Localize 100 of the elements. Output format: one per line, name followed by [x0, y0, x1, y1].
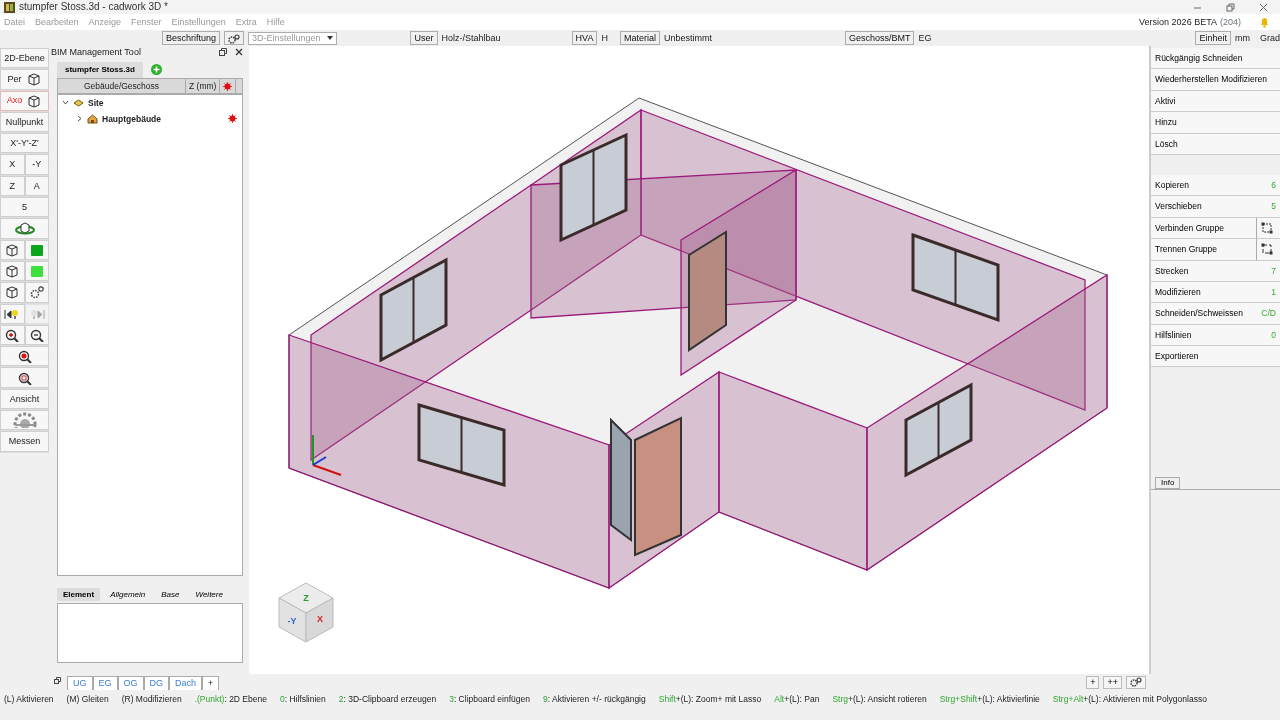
column-header: Gebäude/Geschoss [58, 78, 186, 93]
magnifier-icon [16, 370, 33, 385]
tool-button[interactable]: 5 [0, 197, 49, 218]
tool-button[interactable] [0, 239, 25, 260]
command-button[interactable]: Kopieren 6 [1151, 174, 1280, 197]
floor-tab[interactable]: Dach [169, 676, 203, 690]
float-icon[interactable] [54, 677, 61, 684]
field-button[interactable]: Einheit [1195, 31, 1231, 45]
command-button[interactable]: Rückgängig Schneiden [1151, 48, 1280, 70]
gears-icon [228, 33, 241, 44]
command-button[interactable]: Lösch [1151, 133, 1280, 155]
property-tab[interactable]: Base [155, 587, 186, 602]
solid-cube-icon [28, 242, 45, 257]
floor-tab[interactable]: UG [67, 676, 93, 690]
command-button[interactable]: Modifizieren 1 [1151, 281, 1280, 304]
floor-tab[interactable]: DG [143, 676, 170, 690]
tool-button[interactable]: Ansicht [0, 388, 49, 410]
field-button[interactable]: Geschoss/BMT [844, 31, 915, 45]
shortcut-hint: (L) Aktivieren [4, 693, 54, 705]
layers-icon [73, 97, 84, 108]
property-tab[interactable]: Allgemein [104, 587, 152, 602]
group-button[interactable] [1256, 217, 1280, 240]
axis-label: X [317, 614, 323, 624]
settings-button[interactable] [1126, 675, 1146, 689]
float-icon[interactable] [219, 48, 227, 56]
chevron-right-icon[interactable] [76, 115, 83, 123]
add-floor-tab[interactable]: + [202, 676, 220, 690]
shortcut-hint: Strg+Shift+(L): Aktivierlinie [939, 693, 1040, 705]
tool-button[interactable]: Messen [0, 431, 49, 452]
property-tab[interactable]: Weitere [189, 587, 229, 602]
version-label: Version 2026 BETA [1139, 16, 1217, 28]
command-button[interactable]: Verschieben 5 [1151, 196, 1280, 218]
tool-button[interactable] [0, 367, 49, 388]
chevron-down-icon[interactable] [62, 99, 69, 107]
close-icon[interactable] [235, 48, 243, 56]
tool-button[interactable] [0, 324, 25, 346]
close-icon[interactable] [1259, 2, 1268, 12]
settings-button[interactable] [224, 31, 245, 45]
angle-unit: Grad [1260, 32, 1280, 44]
tool-button[interactable] [0, 346, 49, 367]
axis-label: Z [303, 593, 309, 603]
tool-button[interactable]: Per [0, 69, 49, 90]
tool-button[interactable]: Z [0, 175, 25, 197]
zoom-out-icon [28, 328, 45, 342]
command-button[interactable]: Strecken 7 [1151, 260, 1280, 282]
tree-item[interactable]: Site [88, 97, 104, 108]
command-button[interactable]: Aktivi [1151, 90, 1280, 113]
command-button[interactable]: Schneiden/Schweissen C/D [1151, 303, 1280, 325]
shortcut-hint: Strg+(L): Ansicht rotieren [832, 693, 927, 705]
magnifier-icon [16, 349, 33, 364]
floor-tab[interactable]: EG [92, 676, 118, 690]
tool-button[interactable] [0, 303, 25, 324]
file-tab[interactable]: stumpfer Stoss.3d [57, 62, 143, 78]
app-logo-icon [4, 1, 15, 13]
view-button[interactable]: + [1086, 675, 1100, 689]
command-button[interactable]: Verbinden Gruppe [1151, 217, 1256, 240]
orbit-icon [14, 221, 35, 236]
tree-item[interactable]: Hauptgebäude [102, 113, 162, 124]
command-button[interactable]: Wiederherstellen Modifizieren [1151, 69, 1280, 91]
tool-button[interactable] [0, 218, 49, 239]
shortcut-hint: (M) Gleiten [66, 693, 109, 705]
shortcut-hint: (R) Modifizieren [121, 693, 182, 705]
floor-tab[interactable]: OG [117, 676, 144, 690]
command-button[interactable]: Trennen Gruppe [1151, 239, 1256, 261]
restore-icon[interactable] [1226, 2, 1235, 12]
shortcut-hint: 3: Clipboard einfügen [449, 693, 530, 705]
info-tab[interactable]: Info [1155, 477, 1181, 489]
wheel-icon [11, 412, 38, 429]
field-button[interactable]: Material [619, 31, 660, 45]
field-button[interactable]: User [410, 31, 438, 45]
zoom-in-icon [4, 328, 21, 342]
tool-button[interactable]: Nullpunkt [0, 111, 49, 133]
shortcut-hint: 9: Aktivieren +/- rückgängig [542, 693, 646, 705]
tool-button[interactable]: 2D-Ebene [0, 48, 49, 69]
marker-icon [223, 81, 233, 91]
labeling-button[interactable]: Beschriftung [162, 31, 221, 45]
group-button[interactable] [1256, 239, 1280, 261]
property-tab[interactable]: Element [57, 587, 101, 602]
gears-icon [1130, 677, 1142, 688]
tool-button[interactable]: X'-Y'-Z' [0, 133, 49, 154]
tool-button[interactable] [24, 282, 49, 303]
tool-button[interactable] [0, 260, 25, 282]
shortcut-hint: Alt+(L): Pan [774, 693, 820, 705]
shortcut-hint: Strg+Alt+(L): Aktivieren mit Polygonlasso [1052, 693, 1207, 705]
command-button[interactable]: Hilfslinien 0 [1151, 324, 1280, 347]
command-button[interactable]: Exportieren [1151, 346, 1280, 368]
field-button[interactable]: HVA [571, 31, 598, 45]
tool-button[interactable]: X [0, 154, 25, 175]
tool-button[interactable]: Axo [0, 90, 49, 111]
tool-button[interactable] [0, 282, 25, 303]
solid-cube-icon [28, 264, 45, 279]
field-value: H [601, 32, 608, 44]
axis-triad-icon [312, 434, 342, 476]
cube-icon [25, 72, 42, 87]
tool-button[interactable]: -Y [24, 154, 49, 175]
command-button[interactable]: Hinzu [1151, 112, 1280, 134]
add-icon[interactable] [150, 64, 162, 76]
view-button[interactable]: ++ [1103, 675, 1122, 689]
group-icon [1261, 221, 1273, 234]
field-value: Unbestimmt [663, 32, 712, 44]
